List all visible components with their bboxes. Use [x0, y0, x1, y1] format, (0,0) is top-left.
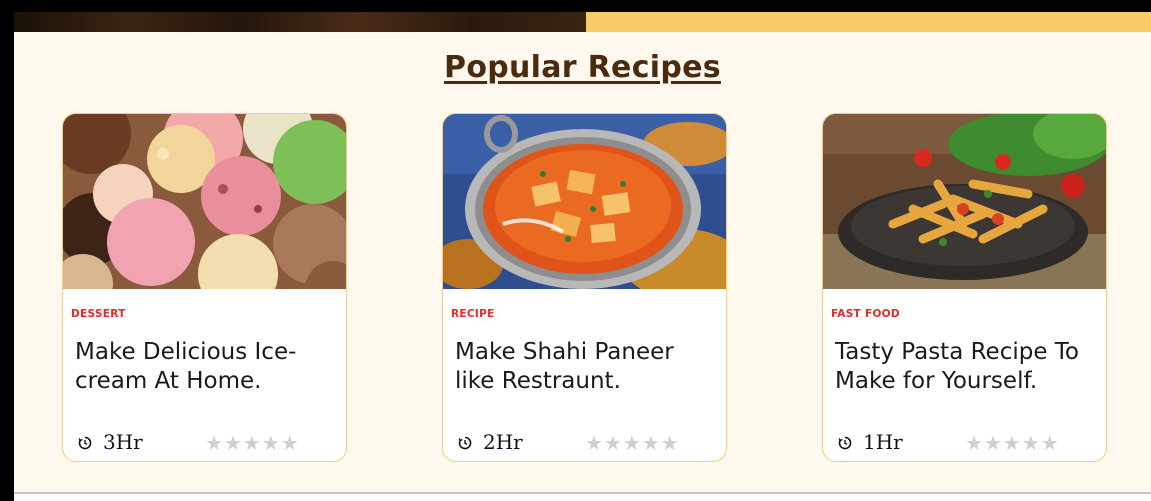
star-icon[interactable]: ★ — [224, 431, 243, 455]
card-category: FAST FOOD — [831, 308, 900, 320]
star-icon[interactable]: ★ — [1041, 431, 1060, 455]
hero-accent-strip — [586, 12, 1151, 32]
next-section-edge — [14, 494, 1151, 501]
star-icon[interactable]: ★ — [281, 431, 300, 455]
card-title[interactable]: Make Shahi Paneer like Restraunt. — [455, 338, 720, 396]
rating-stars[interactable]: ★★★★★ — [205, 431, 300, 455]
clock-icon — [838, 436, 852, 450]
rating-stars[interactable]: ★★★★★ — [965, 431, 1060, 455]
star-icon[interactable]: ★ — [262, 431, 281, 455]
shahi-paneer-image[interactable] — [443, 114, 727, 289]
pasta-image[interactable] — [823, 114, 1107, 289]
window-border-top — [0, 0, 1151, 10]
star-icon[interactable]: ★ — [1022, 431, 1041, 455]
star-icon[interactable]: ★ — [1003, 431, 1022, 455]
star-icon[interactable]: ★ — [642, 431, 661, 455]
card-category: DESSERT — [71, 308, 126, 320]
cook-time: 3Hr — [103, 430, 143, 454]
cook-time: 1Hr — [863, 430, 903, 454]
star-icon[interactable]: ★ — [604, 431, 623, 455]
hero-image-strip — [14, 12, 586, 32]
card-category: RECIPE — [451, 308, 495, 320]
card-title[interactable]: Make Delicious Ice-cream At Home. — [75, 338, 340, 396]
star-icon[interactable]: ★ — [243, 431, 262, 455]
ice-cream-image[interactable] — [63, 114, 347, 289]
star-icon[interactable]: ★ — [205, 431, 224, 455]
star-icon[interactable]: ★ — [661, 431, 680, 455]
card-footer: 1Hr ★★★★★ — [837, 430, 1097, 460]
star-icon[interactable]: ★ — [585, 431, 604, 455]
star-icon[interactable]: ★ — [965, 431, 984, 455]
star-icon[interactable]: ★ — [623, 431, 642, 455]
card-footer: 3Hr ★★★★★ — [77, 430, 337, 460]
card-footer: 2Hr ★★★★★ — [457, 430, 717, 460]
section-title: Popular Recipes — [444, 50, 721, 85]
window-border-left — [0, 0, 12, 501]
recipe-card-ice-cream[interactable]: DESSERT Make Delicious Ice-cream At Home… — [62, 113, 347, 462]
rating-stars[interactable]: ★★★★★ — [585, 431, 680, 455]
recipe-card-shahi-paneer[interactable]: RECIPE Make Shahi Paneer like Restraunt.… — [442, 113, 727, 462]
star-icon[interactable]: ★ — [984, 431, 1003, 455]
cook-time: 2Hr — [483, 430, 523, 454]
popular-recipes-section: Popular Recipes DESSERT Make Delicious I… — [14, 32, 1151, 494]
clock-icon — [78, 436, 92, 450]
recipe-card-pasta[interactable]: FAST FOOD Tasty Pasta Recipe To Make for… — [822, 113, 1107, 462]
card-title[interactable]: Tasty Pasta Recipe To Make for Yourself. — [835, 338, 1100, 396]
clock-icon — [458, 436, 472, 450]
